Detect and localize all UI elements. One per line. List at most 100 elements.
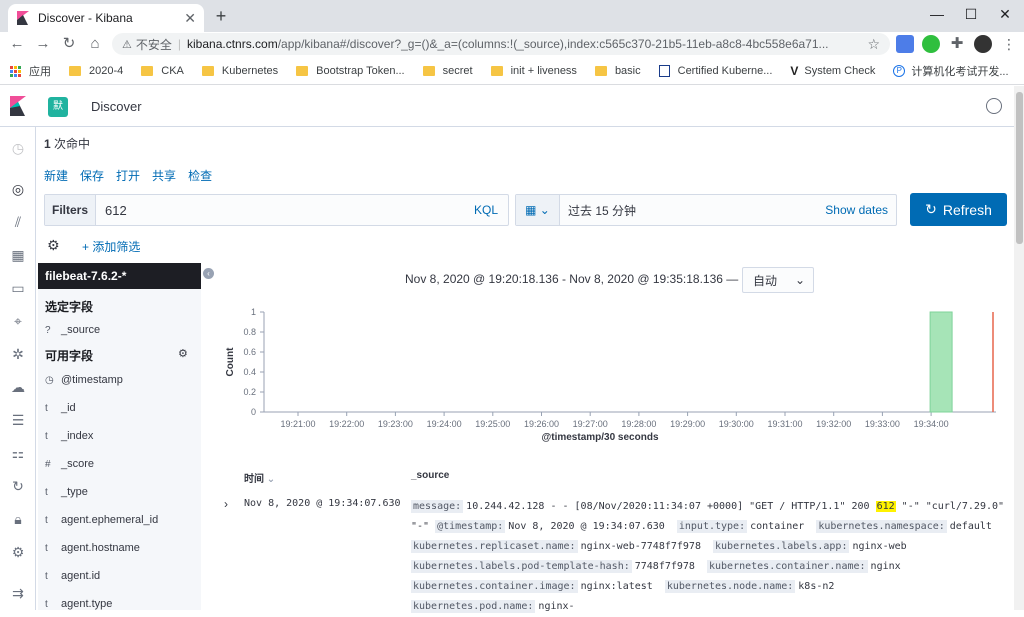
translate-extension-icon[interactable] (896, 35, 914, 53)
evernote-extension-icon[interactable] (922, 35, 940, 53)
row-source: message: 10.244.42.128 - - [08/Nov/2020:1… (411, 497, 1011, 617)
collapse-nav-icon[interactable]: ⇉ (10, 585, 26, 601)
reload-icon[interactable]: ↻ (58, 33, 80, 55)
back-icon[interactable]: ← (6, 33, 28, 55)
bookmark-item[interactable]: Bootstrap Token... (296, 65, 405, 77)
bookmark-item[interactable]: 2020-4 (69, 65, 123, 77)
field-item[interactable]: t agent.hostname (45, 542, 140, 554)
profile-avatar[interactable] (974, 35, 992, 53)
refresh-label: Refresh (942, 201, 992, 218)
bookmark-item[interactable]: 应用 (10, 63, 51, 79)
date-picker[interactable]: ▦ ⌄ 过去 15 分钟 Show dates (515, 194, 897, 226)
row-timestamp: Nov 8, 2020 @ 19:34:07.630 (244, 498, 401, 509)
menu-save[interactable]: 保存 (80, 167, 104, 184)
interval-select[interactable]: 自动 ⌄ (742, 267, 814, 293)
uptime-icon[interactable]: ↻ (10, 478, 26, 494)
space-avatar[interactable]: 默 (48, 97, 68, 117)
field-type-icon: t (45, 486, 48, 498)
source-key: kubernetes.pod.name: (411, 600, 536, 613)
field-item[interactable]: t agent.type (45, 598, 112, 610)
ml-icon[interactable]: ✲ (10, 346, 26, 362)
apps-grid-icon (10, 65, 21, 77)
sort-icon[interactable]: ⌄ (267, 474, 275, 485)
home-icon[interactable]: ⌂ (84, 33, 106, 55)
collapse-sidebar-icon[interactable]: ‹ (203, 268, 214, 279)
field-name: agent.hostname (61, 542, 140, 554)
extensions-puzzle-icon[interactable]: ✚ (948, 35, 966, 53)
bookmark-item[interactable]: secret (422, 65, 473, 77)
new-tab-icon[interactable]: + (210, 6, 232, 28)
close-window-icon[interactable]: ✕ (988, 0, 1022, 30)
field-name: _score (61, 458, 95, 470)
field-item[interactable]: t agent.id (45, 570, 100, 582)
field-item[interactable]: # _score (45, 458, 94, 470)
top-menu: 新建 保存 打开 共享 检查 (44, 167, 212, 184)
recently-viewed-clock-icon[interactable]: ◷ (10, 140, 26, 156)
field-item[interactable]: ? _source (45, 324, 100, 336)
logs-icon[interactable]: ☰ (10, 412, 26, 428)
breadcrumb: Discover (91, 99, 142, 114)
add-filter-link[interactable]: + 添加筛选 (82, 238, 140, 255)
bookmark-item[interactable]: CKA (141, 65, 184, 77)
maps-icon[interactable]: ⌖ (10, 313, 26, 329)
siem-lock-icon[interactable]: 🔒︎ (10, 511, 26, 527)
discover-compass-icon[interactable]: ◎ (10, 181, 26, 197)
source-key: kubernetes.labels.app: (713, 540, 850, 553)
field-settings-gear-icon[interactable]: ⚙ (178, 347, 188, 360)
field-type-icon: ? (45, 324, 51, 336)
bookmark-label: secret (442, 65, 473, 77)
field-item[interactable]: t _index (45, 430, 93, 442)
show-dates-link[interactable]: Show dates (825, 203, 896, 217)
bookmark-item[interactable]: basic (594, 65, 641, 77)
filter-settings-gear-icon[interactable]: ⚙ (47, 237, 60, 254)
address-bar[interactable]: ⚠ 不安全 | kibana.ctnrs.com /app/kibana#/di… (112, 33, 890, 55)
kql-toggle[interactable]: KQL (474, 203, 508, 217)
kibana-logo-icon[interactable] (10, 96, 26, 116)
time-range[interactable]: 过去 15 分钟 (560, 202, 825, 219)
bookmark-item[interactable]: P 计算机化考试开发... (893, 63, 1009, 79)
y-tick-label: 0.6 (243, 347, 256, 357)
browser-tab[interactable]: Discover - Kibana ✕ (8, 4, 204, 32)
folder-icon (69, 66, 81, 76)
column-header-time[interactable]: 时间 ⌄ (244, 470, 275, 485)
refresh-button[interactable]: ↻ Refresh (910, 193, 1007, 226)
menu-new[interactable]: 新建 (44, 167, 68, 184)
query-input[interactable]: 612 (96, 203, 474, 218)
maximize-icon[interactable]: ☐ (954, 0, 988, 30)
close-tab-icon[interactable]: ✕ (184, 10, 196, 27)
field-name: _type (61, 486, 88, 498)
x-tick-label: 19:33:00 (865, 419, 900, 429)
bookmark-star-icon[interactable]: ☆ (867, 36, 880, 53)
bookmark-item[interactable]: init + liveness (490, 65, 577, 77)
bookmark-item[interactable]: Certified Kuberne... (658, 65, 772, 77)
bookmark-item[interactable]: Kubernetes (201, 65, 278, 77)
source-value: nginx:latest (580, 581, 653, 592)
folder-icon (422, 66, 435, 76)
field-item[interactable]: t _id (45, 402, 76, 414)
menu-open[interactable]: 打开 (116, 167, 140, 184)
help-icon[interactable] (986, 98, 1002, 114)
field-item[interactable]: t _type (45, 486, 88, 498)
calendar-icon[interactable]: ▦ ⌄ (516, 195, 560, 225)
menu-inspect[interactable]: 检查 (188, 167, 212, 184)
field-item[interactable]: t agent.ephemeral_id (45, 514, 158, 526)
browser-menu-icon[interactable]: ⋮ (1000, 35, 1018, 53)
dashboard-icon[interactable]: ▦ (10, 247, 26, 263)
forward-icon[interactable]: → (32, 33, 54, 55)
histogram-bar (929, 311, 953, 413)
minimize-icon[interactable]: — (920, 0, 954, 30)
expand-row-icon[interactable]: › (224, 497, 228, 511)
index-pattern-selector[interactable]: filebeat-7.6.2-* (38, 263, 201, 289)
infrastructure-icon[interactable]: ☁ (10, 379, 26, 395)
dev-tools-wrench-icon[interactable]: ⚙ (10, 544, 26, 560)
field-item[interactable]: ◷ @timestamp (45, 374, 123, 386)
scrollbar-thumb[interactable] (1016, 92, 1023, 244)
query-bar[interactable]: Filters 612 KQL (44, 194, 509, 226)
menu-share[interactable]: 共享 (152, 167, 176, 184)
field-name: _id (61, 402, 76, 414)
apm-icon[interactable]: ⚏ (10, 445, 26, 461)
warning-icon: ⚠ (122, 38, 132, 51)
canvas-icon[interactable]: ▭ (10, 280, 26, 296)
bookmark-item[interactable]: V System Check (790, 64, 875, 78)
visualize-chart-icon[interactable]: ⫽ (10, 214, 26, 230)
